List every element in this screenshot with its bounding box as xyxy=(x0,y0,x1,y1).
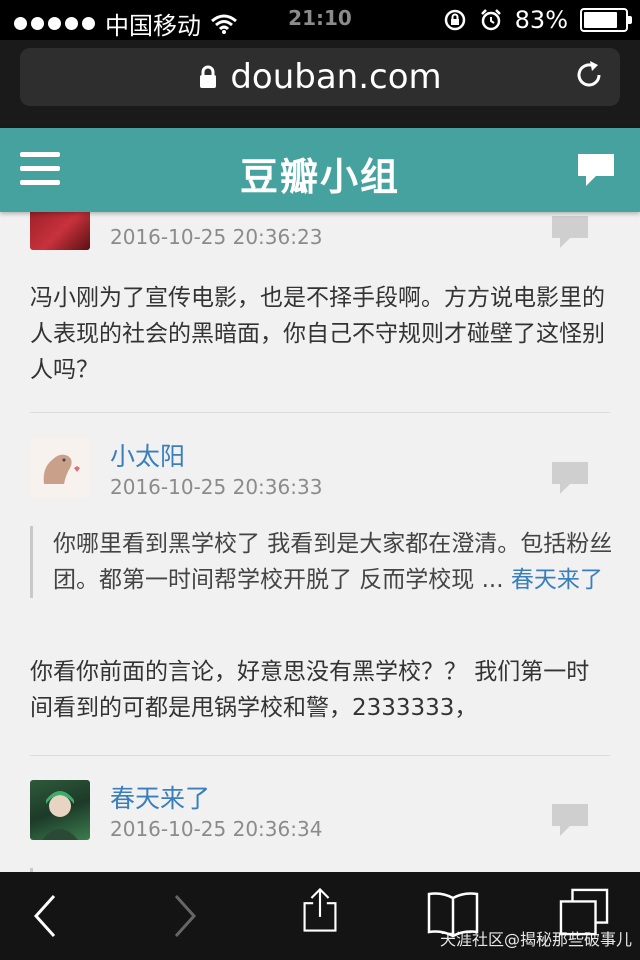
reply-icon[interactable] xyxy=(550,460,590,496)
url-field[interactable]: douban.com xyxy=(20,48,620,106)
battery-percent: 83% xyxy=(514,6,568,34)
comment-time: 2016-10-25 20:36:33 xyxy=(110,475,323,499)
browser-toolbar: 天涯社区@揭秘那些破事儿 xyxy=(0,872,640,960)
comment-text: 冯小刚为了宣传电影，也是不择手段啊。方方说电影里的人表现的社会的黑暗面，你自己不… xyxy=(30,285,605,383)
browser-address-bar: douban.com xyxy=(0,40,640,128)
lock-icon xyxy=(200,65,217,88)
avatar[interactable] xyxy=(30,438,90,498)
comment-username[interactable]: 小太阳 xyxy=(110,437,185,473)
quote-author-link[interactable]: 春天来了 xyxy=(511,567,603,593)
comment-text: 你看你前面的言论，好意思没有黑学校？？ 我们第一时间看到的可都是甩锅学校和警，2… xyxy=(30,659,590,721)
comment-list: 2016-10-25 20:36:23 冯小刚为了宣传电影，也是不择手段啊。方方… xyxy=(0,212,640,872)
forward-icon[interactable] xyxy=(170,892,200,940)
reply-icon[interactable] xyxy=(550,802,590,838)
quoted-comment: 你哪里看到黑学校了 我看到是大家都在澄清。包括粉丝团。都第一时间帮学校开脱了 反… xyxy=(30,526,613,598)
rotation-lock-icon xyxy=(444,9,465,31)
reply-icon[interactable] xyxy=(550,214,590,250)
page-title: 豆瓣小组 xyxy=(239,155,400,199)
comment-time: 2016-10-25 20:36:34 xyxy=(110,817,323,841)
back-icon[interactable] xyxy=(30,892,60,940)
avatar-dinosaur-icon xyxy=(43,454,80,484)
divider xyxy=(30,755,610,756)
avatar[interactable] xyxy=(30,780,90,840)
battery-icon xyxy=(580,8,632,32)
watermark-text: 天涯社区@揭秘那些破事儿 xyxy=(439,930,632,949)
avatar[interactable] xyxy=(30,212,90,250)
alarm-icon xyxy=(480,9,501,31)
app-header: 豆瓣小组 xyxy=(0,128,640,212)
share-icon[interactable] xyxy=(298,886,342,934)
avatar-character-icon xyxy=(42,791,78,840)
comment-username[interactable]: 春天来了 xyxy=(110,779,210,815)
status-bar: 中国移动 21:10 83% xyxy=(0,0,640,40)
reload-icon[interactable] xyxy=(574,60,604,90)
comment-time: 2016-10-25 20:36:23 xyxy=(110,225,323,249)
url-text: douban.com xyxy=(230,57,442,97)
chat-icon[interactable] xyxy=(576,152,616,188)
divider xyxy=(30,412,610,413)
